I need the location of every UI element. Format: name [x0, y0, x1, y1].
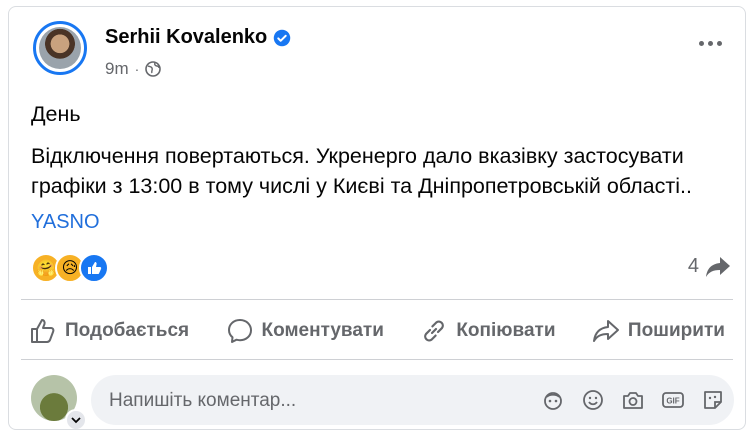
post-line: День — [31, 102, 81, 126]
post-line: Відключення повертаються. Укренерго дало… — [31, 144, 692, 198]
globe-icon[interactable] — [145, 61, 162, 77]
post-card: Serhii Kovalenko 9m · День Відключення п… — [8, 6, 746, 430]
avatar-sticker-icon[interactable] — [540, 388, 566, 412]
gif-icon[interactable]: GIF — [660, 388, 686, 412]
page-link[interactable]: YASNO — [31, 211, 100, 234]
share-label: Поширити — [627, 320, 725, 341]
camera-icon[interactable] — [620, 388, 646, 412]
more-dot-icon — [707, 40, 713, 46]
divider — [21, 359, 733, 360]
share-count[interactable]: 4 — [688, 255, 731, 278]
author-row: Serhii Kovalenko — [105, 26, 291, 49]
chevron-down-icon[interactable] — [65, 409, 87, 429]
meta-separator: · — [134, 61, 140, 77]
comment-bubble-icon — [227, 319, 252, 343]
share-arrow-icon — [706, 256, 730, 277]
share-button[interactable]: Поширити — [586, 317, 731, 345]
link-icon — [424, 320, 445, 342]
share-icon — [592, 320, 619, 342]
more-dot-icon — [716, 40, 722, 46]
author-name[interactable]: Serhii Kovalenko — [105, 26, 267, 49]
copy-label: Копіювати — [456, 320, 556, 341]
like-label: Подобається — [65, 320, 190, 341]
thumbs-up-icon — [31, 319, 55, 343]
post-body: День Відключення повертаються. Укренерго… — [31, 99, 731, 201]
like-reaction-icon — [79, 253, 109, 283]
author-avatar[interactable] — [33, 21, 87, 75]
more-dot-icon — [698, 40, 704, 46]
verified-badge-icon — [274, 29, 291, 46]
share-count-value: 4 — [687, 255, 699, 277]
comment-button[interactable]: Коментувати — [220, 317, 390, 345]
svg-text:GIF: GIF — [666, 397, 679, 406]
sticker-icon[interactable] — [700, 388, 726, 412]
post-time[interactable]: 9m — [105, 59, 129, 79]
post-meta: 9m · — [105, 59, 162, 79]
comment-label: Коментувати — [261, 320, 384, 341]
reactions-summary[interactable]: 🤗 😥 — [31, 253, 109, 283]
composer-tools: GIF — [540, 388, 726, 412]
action-bar: Подобається Коментувати Копіювати Пошири… — [23, 311, 731, 351]
comment-input[interactable] — [107, 375, 491, 427]
comment-composer: GIF — [91, 375, 734, 427]
like-button[interactable]: Подобається — [23, 317, 195, 345]
copy-button[interactable]: Копіювати — [414, 317, 561, 345]
divider — [21, 299, 733, 300]
more-options-button[interactable] — [695, 33, 725, 53]
emoji-icon[interactable] — [580, 388, 606, 412]
